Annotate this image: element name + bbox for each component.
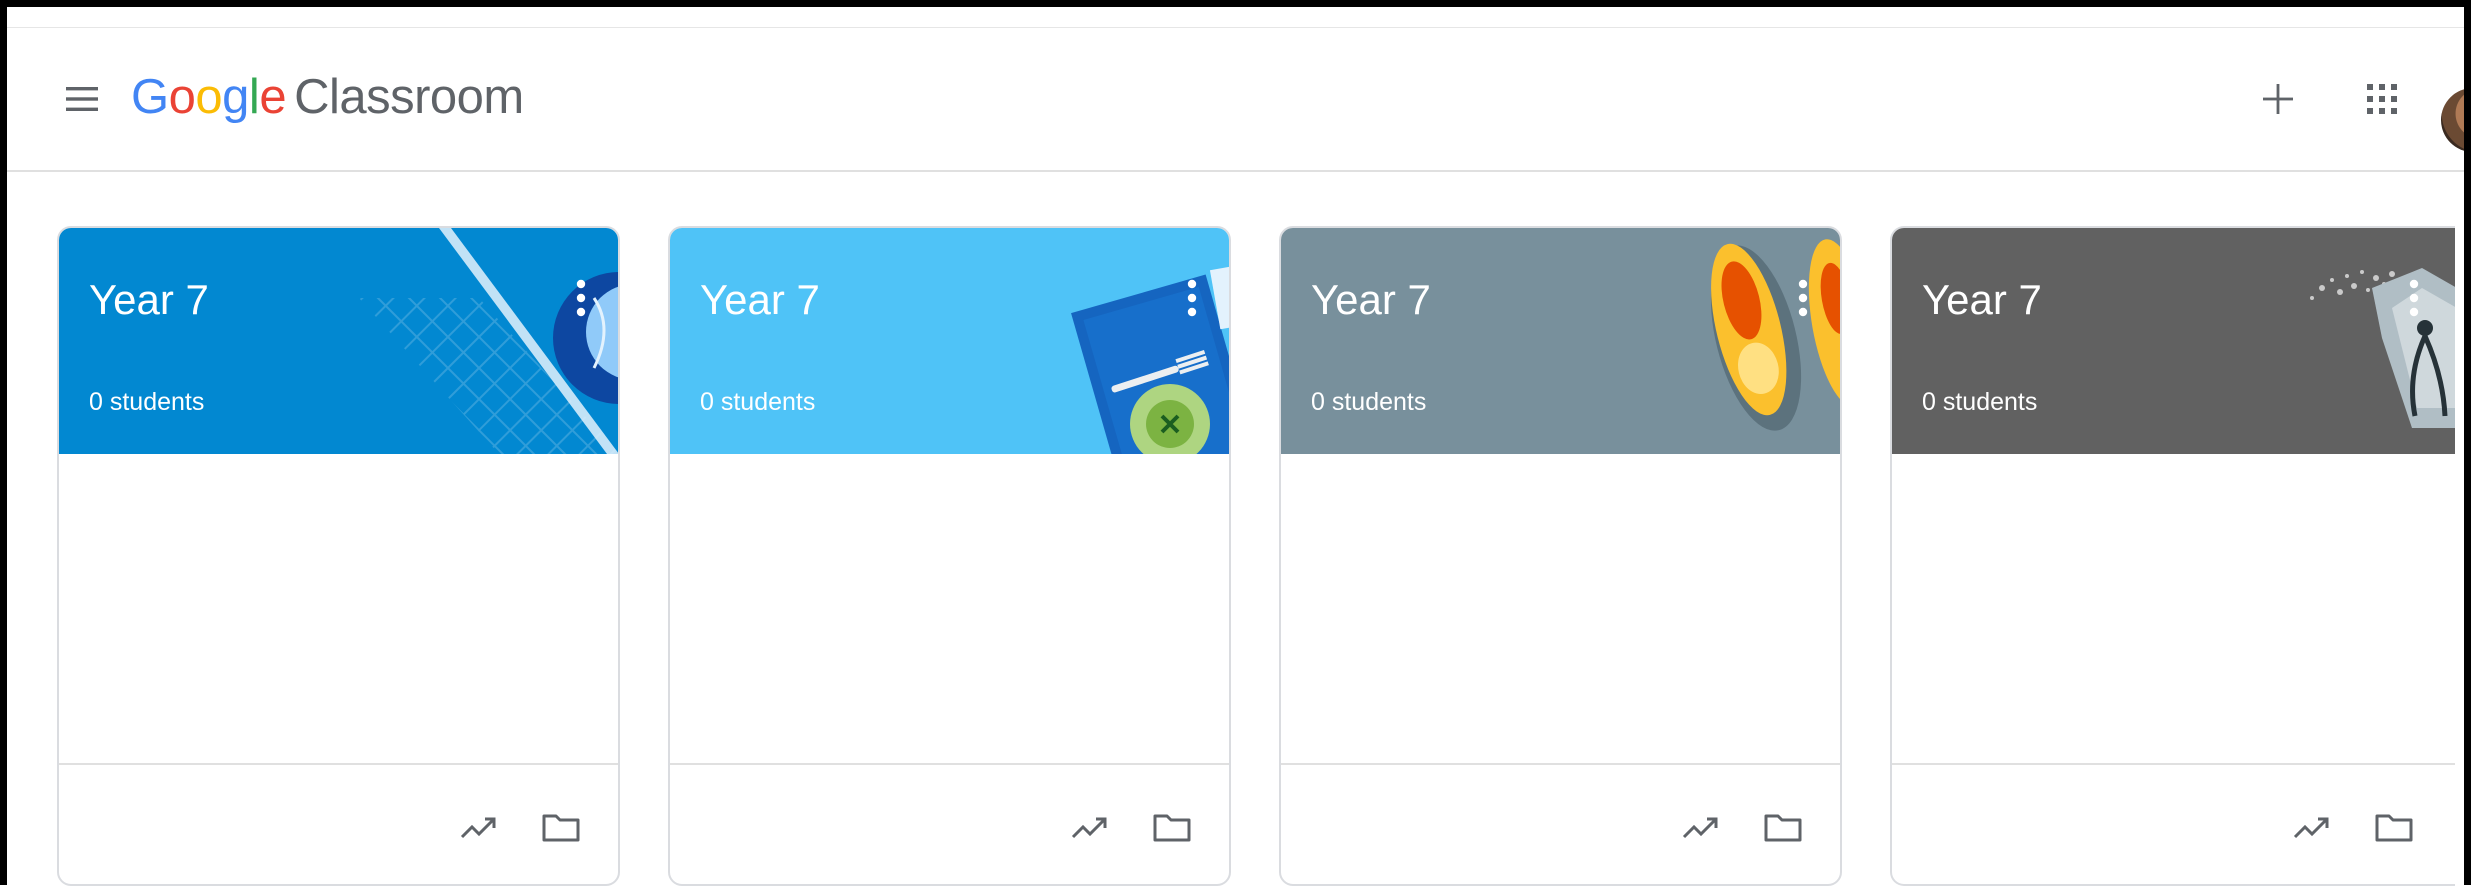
trending-up-icon (2293, 817, 2329, 839)
more-vert-icon (1798, 279, 1808, 317)
product-name: Classroom (294, 70, 524, 124)
student-count: 0 students (89, 388, 205, 416)
folder-icon (1153, 814, 1191, 842)
class-card: Year 7 0 students (1890, 226, 2455, 886)
trending-up-icon (1682, 817, 1718, 839)
student-count: 0 students (1311, 388, 1427, 416)
open-class-drive-folder-button[interactable] (2366, 799, 2422, 855)
trending-up-icon (460, 817, 496, 839)
class-options-button[interactable] (1175, 268, 1209, 328)
google-classroom-logo[interactable]: Google Classroom (131, 62, 524, 132)
main-menu-button[interactable] (59, 76, 105, 122)
open-gradebook-button[interactable] (2284, 799, 2340, 855)
folder-icon (2375, 814, 2413, 842)
class-card-actions (59, 763, 618, 884)
browser-top-strip (7, 7, 2464, 28)
class-card-banner[interactable]: Year 7 0 students (1892, 228, 2455, 454)
class-card-banner[interactable]: Year 7 0 students (670, 228, 1229, 454)
class-card-banner[interactable]: Year 7 0 students (1281, 228, 1840, 454)
class-card: Year 7 0 students (668, 226, 1231, 886)
wordmark-letter: G (131, 70, 169, 124)
class-name-link[interactable]: Year 7 (700, 276, 820, 324)
food-illustration (1071, 266, 1229, 454)
open-gradebook-button[interactable] (1673, 799, 1729, 855)
more-vert-icon (1187, 279, 1197, 317)
trending-up-icon (1071, 817, 1107, 839)
wordmark-letter: l (248, 70, 260, 124)
wordmark-letter: o (195, 70, 223, 124)
folder-icon (542, 814, 580, 842)
google-apps-button[interactable] (2356, 73, 2408, 125)
shoes-illustration (1710, 239, 1840, 431)
folder-icon (1764, 814, 1802, 842)
more-vert-icon (2409, 279, 2419, 317)
class-card: Year 7 0 students (57, 226, 620, 886)
plus-icon (2263, 84, 2293, 114)
class-name-link[interactable]: Year 7 (1311, 276, 1431, 324)
class-card-banner[interactable]: Year 7 0 students (59, 228, 618, 454)
more-vert-icon (576, 279, 586, 317)
create-or-join-class-button[interactable] (2252, 73, 2304, 125)
open-gradebook-button[interactable] (1062, 799, 1118, 855)
class-name-link[interactable]: Year 7 (1922, 276, 2042, 324)
open-gradebook-button[interactable] (451, 799, 507, 855)
class-card-actions (1892, 763, 2455, 884)
apps-grid-icon (2367, 84, 2397, 114)
wordmark-letter: e (259, 70, 287, 124)
wordmark-letter: o (168, 70, 196, 124)
account-avatar[interactable] (2441, 88, 2471, 152)
google-wordmark: Google (131, 69, 287, 125)
class-card-actions (670, 763, 1229, 884)
class-card: Year 7 0 students (1279, 226, 1842, 886)
student-count: 0 students (1922, 388, 2038, 416)
open-class-drive-folder-button[interactable] (1144, 799, 1200, 855)
open-class-drive-folder-button[interactable] (1755, 799, 1811, 855)
geometry-illustration (359, 228, 618, 454)
wordmark-letter: g (222, 70, 249, 124)
tools-illustration (2310, 268, 2455, 428)
class-options-button[interactable] (2397, 268, 2431, 328)
app-header: Google Classroom (7, 28, 2471, 172)
hamburger-menu-icon (66, 87, 98, 111)
class-options-button[interactable] (564, 268, 598, 328)
open-class-drive-folder-button[interactable] (533, 799, 589, 855)
student-count: 0 students (700, 388, 816, 416)
class-card-actions (1281, 763, 1840, 884)
class-options-button[interactable] (1786, 268, 1820, 328)
class-name-link[interactable]: Year 7 (89, 276, 209, 324)
